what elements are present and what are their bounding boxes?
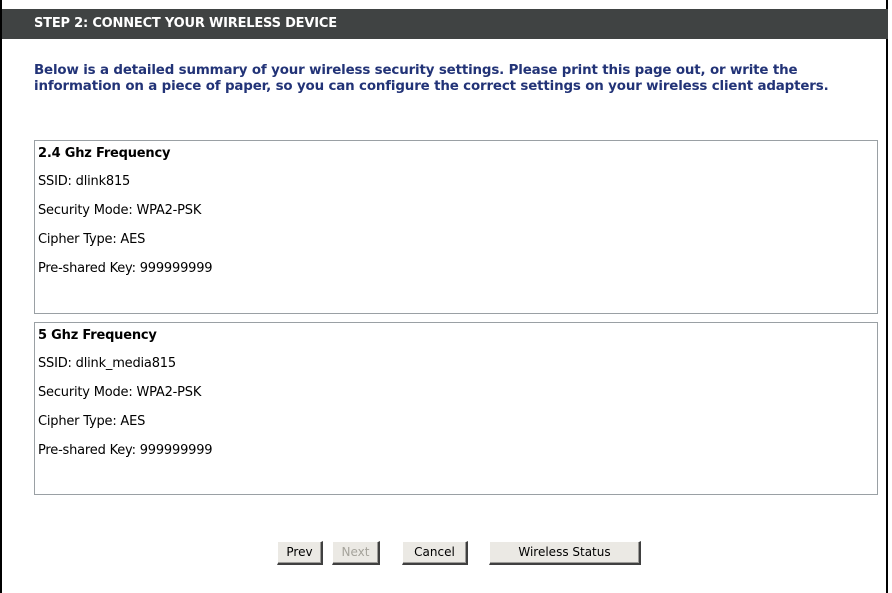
intro-text: Below is a detailed summary of your wire… <box>34 63 829 94</box>
frequency-box-2-4ghz: 2.4 Ghz Frequency SSID: dlink815 Securit… <box>34 140 878 314</box>
button-bar: Prev Next Cancel Wireless Status <box>2 541 888 565</box>
frequency-box-5ghz: 5 Ghz Frequency SSID: dlink_media815 Sec… <box>34 322 878 495</box>
next-button[interactable]: Next <box>332 541 380 565</box>
prev-button[interactable]: Prev <box>277 541 323 565</box>
cipher-type-value: Cipher Type: AES <box>38 414 146 429</box>
ssid-value: SSID: dlink815 <box>38 174 131 189</box>
security-mode-value: Security Mode: WPA2-PSK <box>38 203 202 218</box>
pre-shared-key-value: Pre-shared Key: 999999999 <box>38 443 213 458</box>
frequency-title: 5 Ghz Frequency <box>38 328 157 343</box>
step-title-bar: STEP 2: CONNECT YOUR WIRELESS DEVICE <box>2 9 888 39</box>
wireless-status-button[interactable]: Wireless Status <box>489 541 641 565</box>
cipher-type-value: Cipher Type: AES <box>38 232 146 247</box>
pre-shared-key-value: Pre-shared Key: 999999999 <box>38 261 213 276</box>
wizard-panel: STEP 2: CONNECT YOUR WIRELESS DEVICE Bel… <box>0 0 888 593</box>
frequency-title: 2.4 Ghz Frequency <box>38 146 171 161</box>
cancel-button[interactable]: Cancel <box>402 541 468 565</box>
ssid-value: SSID: dlink_media815 <box>38 356 176 371</box>
step-title: STEP 2: CONNECT YOUR WIRELESS DEVICE <box>34 16 337 31</box>
security-mode-value: Security Mode: WPA2-PSK <box>38 385 202 400</box>
